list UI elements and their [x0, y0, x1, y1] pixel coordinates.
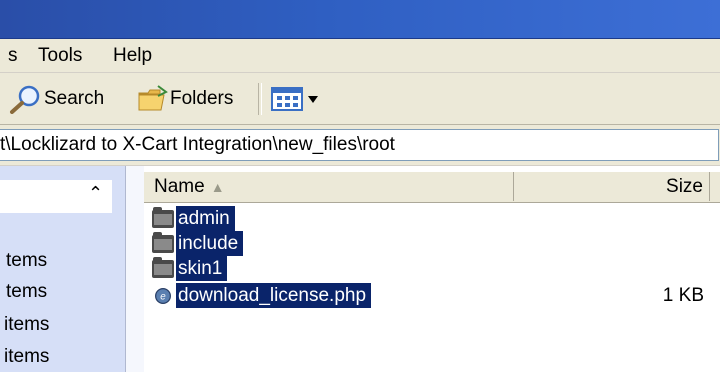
task-item[interactable]: tems	[6, 281, 47, 303]
column-header-size[interactable]: Size	[516, 172, 710, 201]
menu-item-tools[interactable]: Tools	[38, 45, 82, 67]
folder-icon	[152, 257, 174, 278]
search-button[interactable]: Search	[4, 85, 105, 114]
column-header-name-label: Name	[154, 176, 205, 197]
task-pane-header[interactable]: ⌃	[0, 180, 112, 213]
file-size: 1 KB	[662, 285, 704, 306]
window-titlebar[interactable]	[0, 0, 720, 39]
menu-bar: s Tools Help	[0, 39, 720, 73]
file-list: Name ▲ Size admin include skin1 e downloa…	[144, 166, 720, 372]
column-header-bar: Name ▲ Size	[144, 172, 720, 203]
search-button-label: Search	[44, 88, 105, 109]
search-icon	[10, 85, 40, 114]
views-button[interactable]	[270, 85, 322, 113]
sort-ascending-icon: ▲	[210, 179, 225, 195]
column-header-name[interactable]: Name ▲	[144, 172, 514, 201]
file-name: include	[176, 231, 244, 256]
file-name: skin1	[176, 256, 228, 281]
task-item[interactable]: items	[4, 314, 49, 336]
address-path: t\Locklizard to X-Cart Integration\new_f…	[0, 134, 395, 155]
folders-button[interactable]: Folders	[136, 85, 233, 113]
task-pane: ⌃ tems tems items items	[0, 166, 126, 372]
menu-item-favorites[interactable]: s	[8, 45, 18, 67]
folders-icon	[138, 85, 168, 111]
address-bar: t\Locklizard to X-Cart Integration\new_f…	[0, 125, 720, 166]
views-grid-icon	[271, 87, 318, 111]
folder-icon	[152, 207, 174, 228]
pane-divider[interactable]	[126, 166, 144, 372]
toolbar-separator	[258, 83, 262, 115]
menu-item-help[interactable]: Help	[113, 45, 152, 67]
folder-icon	[152, 232, 174, 253]
folders-button-label: Folders	[170, 88, 234, 109]
column-header-size-label: Size	[666, 176, 703, 197]
task-item[interactable]: items	[4, 346, 49, 368]
toolbar: Search Folders	[0, 73, 720, 125]
file-name: admin	[176, 206, 235, 231]
svg-text:e: e	[160, 291, 166, 302]
file-name: download_license.php	[176, 283, 372, 308]
double-chevron-up-icon[interactable]: ⌃	[88, 183, 103, 204]
task-item[interactable]: tems	[6, 250, 47, 272]
php-file-icon: e	[155, 288, 171, 304]
address-field[interactable]: t\Locklizard to X-Cart Integration\new_f…	[0, 129, 719, 161]
